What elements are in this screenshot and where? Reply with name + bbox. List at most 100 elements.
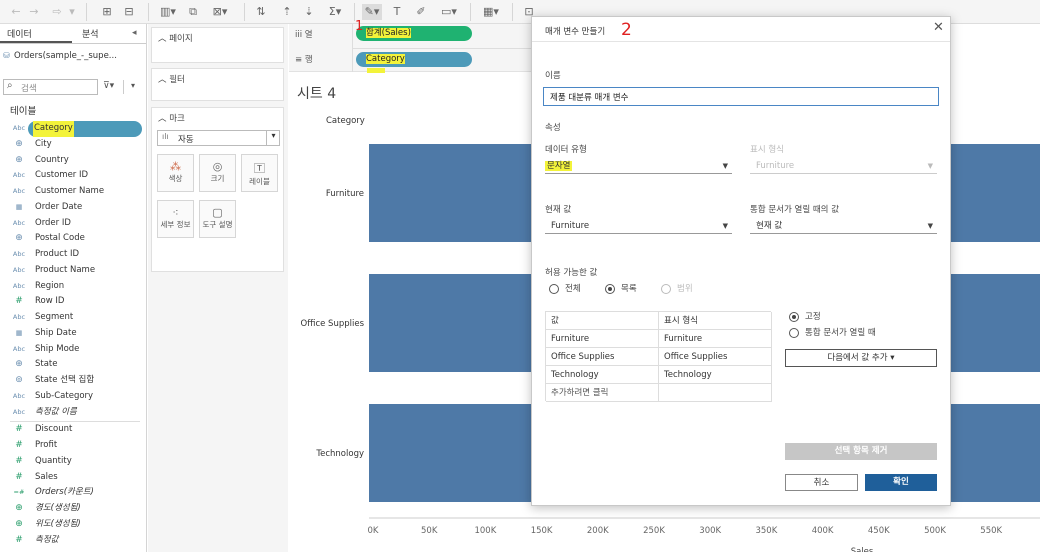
pause-icon[interactable]: ⊟	[122, 4, 136, 20]
field-item[interactable]: Abc 측정값 이름	[0, 405, 146, 421]
sort-asc-icon[interactable]: ⇡	[280, 4, 294, 20]
search-input[interactable]: ⌕ 검색	[3, 79, 98, 95]
field-item[interactable]: # Row ID	[0, 294, 146, 310]
collapse-arrow-icon[interactable]: ︿	[158, 34, 167, 44]
table-cell[interactable]: Furniture	[546, 330, 659, 348]
field-item[interactable]: # Discount	[0, 422, 146, 438]
add-datasource-icon[interactable]: ⊞	[100, 4, 114, 20]
redo-icon[interactable]: ⇨	[50, 4, 64, 20]
filter-icon[interactable]: ⊽▾	[103, 81, 114, 91]
table-cell[interactable]: Office Supplies	[546, 348, 659, 366]
workbook-open-select[interactable]: 현재 값 ▼	[750, 218, 937, 234]
field-item[interactable]: Abc Ship Mode	[0, 342, 146, 358]
datasource-name[interactable]: Orders(sample_-_supe...	[14, 51, 117, 61]
menu-dropdown-icon[interactable]: ▾	[131, 81, 135, 90]
columns-pill-sum-sales[interactable]: 합계(Sales)	[356, 26, 472, 41]
data-type-select[interactable]: 문자열 ▼	[545, 158, 732, 174]
cancel-button[interactable]: 취소	[785, 474, 858, 491]
name-input[interactable]: 제품 대분류 매개 변수	[543, 87, 939, 106]
x-tick-label: 500K	[924, 526, 946, 536]
set-icon: ⊚	[15, 375, 23, 385]
field-item[interactable]: ⊕ 위도(생성됨)	[0, 517, 146, 533]
collapse-arrow-icon[interactable]: ︿	[158, 75, 167, 85]
table-cell[interactable]: Technology	[546, 366, 659, 384]
collapse-arrow-icon[interactable]: ︿	[158, 114, 167, 124]
current-value-select[interactable]: Furniture ▼	[545, 218, 732, 234]
size-button[interactable]: ◎ 크기	[199, 154, 236, 192]
field-item[interactable]: ⊕ 경도(생성됨)	[0, 501, 146, 517]
annotate-icon[interactable]: ✐	[414, 4, 428, 20]
x-tick-label: 300K	[699, 526, 721, 536]
sort-desc-icon[interactable]: ⇣	[302, 4, 316, 20]
pages-card[interactable]: ︿ 페이지	[151, 27, 284, 63]
field-label: Country	[35, 154, 69, 165]
radio-list[interactable]	[605, 284, 615, 294]
radio-fixed[interactable]	[789, 312, 799, 322]
detail-button[interactable]: ⁖ 세부 정보	[157, 200, 194, 238]
duplicate-icon[interactable]: ⧉	[186, 4, 200, 20]
field-item[interactable]: =# Orders(카운트)	[0, 485, 146, 501]
field-label: Profit	[35, 440, 58, 450]
ok-button[interactable]: 확인	[865, 474, 937, 491]
right-arrow-icon[interactable]: →	[28, 4, 40, 20]
collapse-icon[interactable]: ◂	[132, 28, 137, 38]
table-cell[interactable]: Office Supplies	[659, 348, 772, 366]
tooltip-button[interactable]: ▢ 도구 설명	[199, 200, 236, 238]
field-item[interactable]: Abc Segment	[0, 310, 146, 326]
table-cell[interactable]: Furniture	[659, 330, 772, 348]
field-item[interactable]: Abc Category	[13, 121, 142, 137]
toolbar-separator	[470, 3, 471, 21]
filters-card[interactable]: ︿ 필터	[151, 68, 284, 101]
clear-icon[interactable]: ⊠▾	[210, 4, 230, 20]
size-label: 크기	[210, 174, 225, 183]
field-item[interactable]: ⊕ Country	[0, 153, 146, 169]
table-add-cell[interactable]: 추가하려면 클릭	[546, 384, 659, 402]
show-me-icon[interactable]: ▦▾	[480, 4, 502, 20]
display-format-value: Furniture	[756, 161, 795, 171]
color-button[interactable]: ⁂ 색상	[157, 154, 194, 192]
left-arrow-icon[interactable]: ←	[10, 4, 22, 20]
rows-pill-category[interactable]: Category	[356, 52, 472, 67]
field-item[interactable]: Abc Region	[0, 279, 146, 295]
highlight-icon[interactable]: ✎▾	[362, 4, 382, 20]
redo-dropdown-icon[interactable]: ▾	[68, 4, 76, 20]
field-item[interactable]: # Sales	[0, 470, 146, 486]
label-label: 레이블	[249, 177, 270, 186]
swap-icon[interactable]: ⇅	[254, 4, 268, 20]
field-item[interactable]: ▦ Order Date	[0, 200, 146, 216]
chevron-down-icon: ▼	[927, 222, 933, 230]
fit-icon[interactable]: ▭▾	[438, 4, 460, 20]
field-item[interactable]: ⊚ State 선택 집합	[0, 373, 146, 389]
label-icon[interactable]: T	[390, 4, 404, 20]
x-tick-label: 350K	[755, 526, 777, 536]
table-cell[interactable]	[659, 384, 772, 402]
radio-when-open[interactable]	[789, 328, 799, 338]
field-item[interactable]: Abc Product ID	[0, 247, 146, 263]
field-item[interactable]: Abc Customer Name	[0, 184, 146, 200]
field-item[interactable]: ▦ Ship Date	[0, 326, 146, 342]
table-cell[interactable]: Technology	[659, 366, 772, 384]
field-item[interactable]: # 측정값	[0, 533, 146, 549]
chevron-down-icon: ▼	[722, 162, 728, 170]
field-item[interactable]: ⊕ City	[0, 137, 146, 153]
label-button[interactable]: 🅃 레이블	[241, 154, 278, 192]
field-item[interactable]: Abc Product Name	[0, 263, 146, 279]
field-item[interactable]: Abc Order ID	[0, 216, 146, 232]
string-type-icon: Abc	[12, 281, 26, 290]
shelf-divider	[353, 48, 531, 49]
close-icon[interactable]: ✕	[933, 20, 944, 35]
field-item[interactable]: Abc Sub-Category	[0, 389, 146, 405]
mark-type-select[interactable]: ılı 자동 ▾	[157, 130, 280, 146]
totals-icon[interactable]: Σ▾	[326, 4, 344, 20]
field-label: Segment	[35, 312, 74, 322]
field-item[interactable]: # Profit	[0, 438, 146, 454]
workbook-open-label: 통합 문서가 열릴 때의 값	[750, 205, 840, 215]
field-item[interactable]: Abc Customer ID	[0, 168, 146, 184]
field-item[interactable]: # Quantity	[0, 454, 146, 470]
tab-analysis[interactable]: 분석	[82, 26, 99, 44]
add-values-button[interactable]: 다음에서 값 추가 ▾	[785, 349, 937, 367]
new-worksheet-icon[interactable]: ▥▾	[158, 4, 178, 20]
field-item[interactable]: ⊕ Postal Code	[0, 231, 146, 247]
radio-all[interactable]	[549, 284, 559, 294]
field-item[interactable]: ⊕ State	[0, 357, 146, 373]
